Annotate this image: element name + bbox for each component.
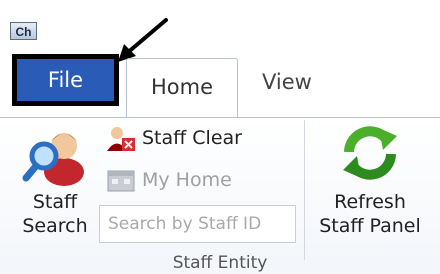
group-separator xyxy=(304,120,305,260)
my-home-label: My Home xyxy=(142,169,232,191)
staff-clear-button[interactable]: Staff Clear xyxy=(104,124,242,152)
staff-clear-label: Staff Clear xyxy=(142,127,242,149)
staff-search-label-2: Search xyxy=(22,215,88,237)
staff-id-search-input[interactable] xyxy=(99,205,296,243)
ribbon-group-label: Staff Entity xyxy=(172,253,268,273)
staff-search-icon xyxy=(22,133,84,186)
staff-search-button[interactable]: Staff Search xyxy=(14,120,96,238)
app-icon[interactable]: Ch xyxy=(10,22,37,40)
refresh-label-1: Refresh xyxy=(334,191,406,213)
staff-search-label-1: Staff xyxy=(32,191,78,213)
tab-file[interactable]: File xyxy=(12,54,119,106)
staff-clear-icon xyxy=(107,127,135,151)
refresh-label-2: Staff Panel xyxy=(319,215,421,237)
refresh-staff-panel-button[interactable]: Refresh Staff Panel xyxy=(310,122,430,238)
refresh-icon xyxy=(343,126,397,180)
my-home-icon xyxy=(107,170,135,192)
tab-view[interactable]: View xyxy=(262,70,312,94)
my-home-button[interactable]: My Home xyxy=(104,166,232,194)
tab-home[interactable]: Home xyxy=(126,58,238,118)
